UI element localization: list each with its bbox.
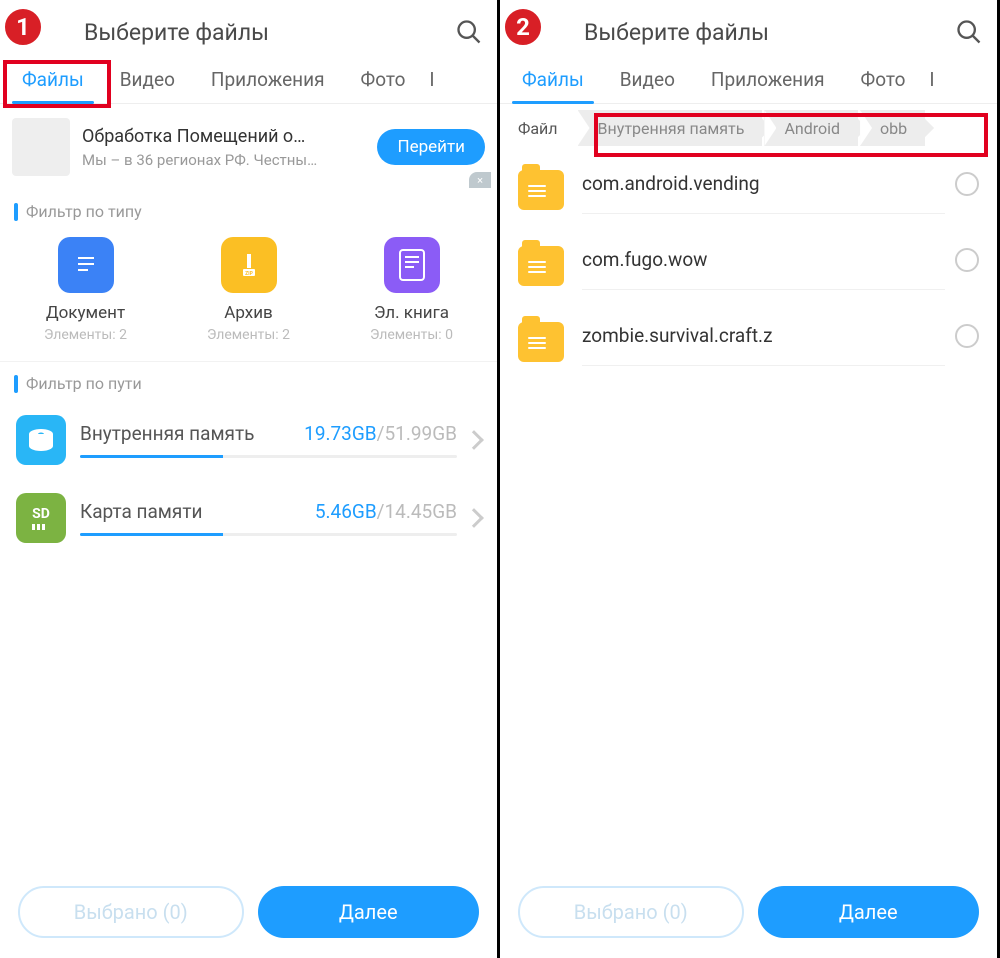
tab-video[interactable]: Видео <box>602 58 693 103</box>
tabs: Файлы Видео Приложения Фото I <box>0 58 497 104</box>
selected-count-button[interactable]: Выбрано (0) <box>18 886 244 938</box>
tab-more[interactable]: I <box>923 58 934 103</box>
pane-right: 2 Выберите файлы Файлы Видео Приложения … <box>500 0 1000 958</box>
type-label: Документ <box>11 303 161 323</box>
ad-close-icon[interactable]: × <box>469 172 491 188</box>
folder-icon <box>518 170 564 210</box>
archive-icon: ZIP <box>221 237 277 293</box>
disk-icon <box>16 415 66 465</box>
page-title: Выберите файлы <box>584 19 955 46</box>
ad-text: Обработка Помещений о… Мы – в 36 региона… <box>82 126 369 169</box>
ad-subtitle: Мы – в 36 регионах РФ. Честны… <box>82 151 369 169</box>
bottom-bar: Выбрано (0) Далее <box>0 870 497 958</box>
folder-icon <box>518 322 564 362</box>
storage-body: Внутренняя память 19.73GB /51.99GB <box>80 422 457 458</box>
tab-files[interactable]: Файлы <box>504 58 602 103</box>
folder-name: zombie.survival.craft.z <box>582 318 945 366</box>
chevron-right-icon <box>464 508 484 528</box>
chevron-right-icon <box>464 430 484 450</box>
storage-internal[interactable]: Внутренняя память 19.73GB /51.99GB <box>0 401 497 479</box>
next-button[interactable]: Далее <box>258 886 480 938</box>
ad-cta-button[interactable]: Перейти <box>377 129 485 165</box>
storage-body: Карта памяти 5.46GB /14.45GB <box>80 500 457 536</box>
storage-total: /14.45GB <box>377 500 457 523</box>
folder-name: com.android.vending <box>582 166 945 214</box>
folder-row[interactable]: com.android.vending <box>500 152 997 228</box>
type-filter-grid: Документ Элементы: 2 ZIP Архив Элементы:… <box>0 229 497 362</box>
storage-sdcard[interactable]: SD Карта памяти 5.46GB /14.45GB <box>0 479 497 557</box>
tab-files[interactable]: Файлы <box>4 58 102 103</box>
crumb-obb[interactable]: obb <box>860 110 925 146</box>
folder-row[interactable]: zombie.survival.craft.z <box>500 304 997 380</box>
bottom-bar: Выбрано (0) Далее <box>500 870 997 958</box>
header: Выберите файлы <box>0 0 497 58</box>
type-label: Эл. книга <box>337 303 487 323</box>
breadcrumb: Файл Внутренняя память Android obb <box>500 104 997 152</box>
storage-used: 19.73GB <box>304 422 377 445</box>
type-count: Элементы: 2 <box>11 327 161 343</box>
select-radio[interactable] <box>955 324 979 348</box>
filter-path-label: Фильтр по пути <box>0 362 497 401</box>
ad-banner[interactable]: Обработка Помещений о… Мы – в 36 региона… <box>0 104 497 190</box>
tab-video[interactable]: Видео <box>102 58 193 103</box>
next-button[interactable]: Далее <box>758 886 980 938</box>
search-icon[interactable] <box>955 18 983 46</box>
document-icon <box>58 237 114 293</box>
type-document[interactable]: Документ Элементы: 2 <box>11 237 161 343</box>
storage-name: Внутренняя память <box>80 422 304 445</box>
crumb-internal[interactable]: Внутренняя память <box>578 110 763 146</box>
selected-count-button[interactable]: Выбрано (0) <box>518 886 744 938</box>
tab-photo[interactable]: Фото <box>843 58 924 103</box>
tab-apps[interactable]: Приложения <box>693 58 843 103</box>
page-title: Выберите файлы <box>84 19 455 46</box>
ad-title: Обработка Помещений о… <box>82 126 369 147</box>
tabs: Файлы Видео Приложения Фото I <box>500 58 997 104</box>
folder-icon <box>518 246 564 286</box>
tab-more[interactable]: I <box>423 58 434 103</box>
type-count: Элементы: 0 <box>337 327 487 343</box>
sd-icon: SD <box>16 493 66 543</box>
type-ebook[interactable]: Эл. книга Элементы: 0 <box>337 237 487 343</box>
filter-type-label: Фильтр по типу <box>0 190 497 229</box>
tab-apps[interactable]: Приложения <box>193 58 343 103</box>
storage-total: /51.99GB <box>377 422 457 445</box>
ebook-icon <box>384 237 440 293</box>
folder-row[interactable]: com.fugo.wow <box>500 228 997 304</box>
pane-left: 1 Выберите файлы Файлы Видео Приложения … <box>0 0 500 958</box>
header: Выберите файлы <box>500 0 997 58</box>
type-label: Архив <box>174 303 324 323</box>
folder-name: com.fugo.wow <box>582 242 945 290</box>
storage-name: Карта памяти <box>80 500 315 523</box>
step-badge-1: 1 <box>2 6 44 48</box>
select-radio[interactable] <box>955 248 979 272</box>
tab-photo[interactable]: Фото <box>343 58 424 103</box>
select-radio[interactable] <box>955 172 979 196</box>
crumb-file[interactable]: Файл <box>506 110 576 146</box>
storage-bar <box>80 455 457 458</box>
type-archive[interactable]: ZIP Архив Элементы: 2 <box>174 237 324 343</box>
crumb-android[interactable]: Android <box>764 110 858 146</box>
search-icon[interactable] <box>455 18 483 46</box>
ad-thumbnail <box>12 118 70 176</box>
type-count: Элементы: 2 <box>174 327 324 343</box>
svg-text:ZIP: ZIP <box>245 271 253 277</box>
storage-used: 5.46GB <box>315 500 377 523</box>
step-badge-2: 2 <box>502 6 544 48</box>
storage-bar <box>80 533 457 536</box>
